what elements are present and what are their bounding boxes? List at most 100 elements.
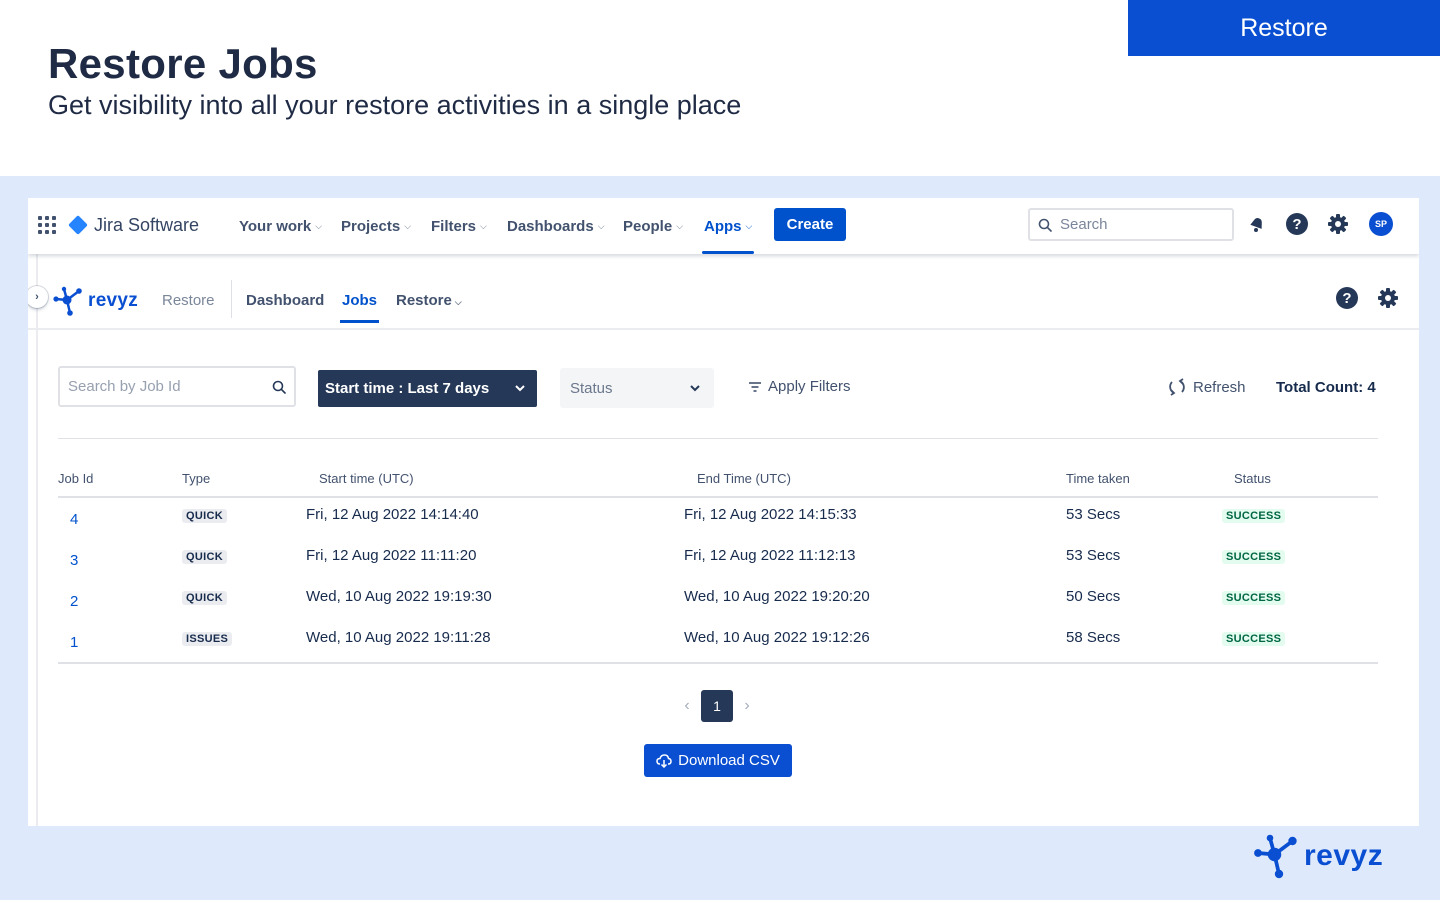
nav-label: Filters (431, 217, 477, 235)
time-taken-cell: 53 Secs (1066, 506, 1121, 523)
status-badge: SUCCESS (1222, 632, 1286, 646)
chevron-down-icon: ⌵ (676, 220, 684, 231)
divider (58, 438, 1378, 439)
section-label: Restore (162, 292, 215, 309)
start-time-select[interactable]: Start time : Last 7 days (318, 370, 537, 407)
nav-label: Your work (239, 217, 312, 235)
footer-revyz-logo: revyz (1252, 832, 1383, 880)
revyz-subnav: revyz Restore Dashboard Jobs Restore ⌵ ? (28, 254, 1419, 330)
apply-filters-button[interactable]: Apply Filters (748, 378, 851, 395)
footer-wordmark: revyz (1304, 839, 1384, 872)
col-start-time[interactable]: Start time (UTC) (319, 471, 414, 486)
chevron-down-icon: ⌵ (745, 220, 753, 231)
start-time-cell: Fri, 12 Aug 2022 11:11:20 (306, 547, 477, 564)
revyz-logo[interactable]: revyz (52, 285, 138, 317)
chevron-down-icon: ⌵ (597, 220, 605, 231)
refresh-icon (1169, 378, 1185, 396)
settings-icon[interactable] (1326, 212, 1350, 236)
tab-restore[interactable]: Restore ⌵ (396, 292, 462, 309)
col-status[interactable]: Status (1234, 471, 1271, 486)
status-badge: SUCCESS (1222, 591, 1286, 605)
jira-diamond-icon (68, 215, 88, 235)
type-lozenge: QUICK (182, 509, 227, 523)
chevron-right-icon: › (35, 291, 39, 303)
search-placeholder: Search (1060, 216, 1108, 233)
chevron-right-icon: › (744, 697, 750, 714)
tab-dashboard[interactable]: Dashboard (246, 292, 324, 309)
nav-apps[interactable]: Apps ⌵ (701, 198, 755, 254)
jira-search-input[interactable]: Search (1028, 208, 1234, 241)
nav-label: People (623, 217, 673, 235)
nav-dashboards[interactable]: Dashboards ⌵ (507, 198, 605, 254)
help-icon[interactable]: ? (1285, 212, 1309, 236)
download-csv-label: Download CSV (678, 752, 780, 769)
type-lozenge: QUICK (182, 550, 227, 564)
app-switcher-icon[interactable] (38, 216, 56, 234)
nav-projects[interactable]: Projects ⌵ (341, 198, 411, 254)
page-1-button[interactable]: 1 (701, 690, 733, 722)
col-time-taken[interactable]: Time taken (1066, 471, 1130, 486)
revyz-settings-icon[interactable] (1376, 286, 1400, 310)
nav-people[interactable]: People ⌵ (623, 198, 683, 254)
job-id-link[interactable]: 3 (70, 552, 78, 569)
prev-page-button[interactable]: ‹ (673, 690, 701, 722)
nav-your-work[interactable]: Your work ⌵ (239, 198, 322, 254)
jira-logo[interactable]: Jira Software (68, 212, 199, 238)
chevron-left-icon: ‹ (684, 697, 690, 714)
start-time-cell: Wed, 10 Aug 2022 19:19:30 (306, 588, 492, 605)
type-lozenge: QUICK (182, 591, 227, 605)
create-button[interactable]: Create (774, 208, 846, 241)
notifications-icon[interactable] (1245, 212, 1269, 236)
start-time-cell: Fri, 12 Aug 2022 14:14:40 (306, 506, 479, 523)
status-select[interactable]: Status (560, 368, 714, 408)
chevron-down-icon: ⌵ (454, 297, 462, 307)
app-window: Jira Software Your work ⌵ Projects ⌵ Filte… (28, 198, 1419, 826)
tab-restore-label: Restore (396, 292, 452, 309)
chevron-down-icon: ⌵ (315, 220, 323, 231)
start-time-value: Start time : Last 7 days (325, 380, 490, 397)
table-row[interactable]: 2 QUICK Wed, 10 Aug 2022 19:19:30 Wed, 1… (58, 586, 1378, 627)
jira-product-name: Jira Software (94, 214, 200, 235)
page-title: Restore Jobs (48, 40, 318, 87)
revyz-wordmark: revyz (88, 290, 139, 311)
end-time-cell: Fri, 12 Aug 2022 14:15:33 (684, 506, 857, 523)
col-type[interactable]: Type (182, 471, 210, 486)
nav-label: Dashboards (507, 217, 594, 235)
job-id-link[interactable]: 1 (70, 634, 78, 651)
chevron-down-icon: ⌵ (404, 220, 412, 231)
time-taken-cell: 58 Secs (1066, 629, 1121, 646)
status-placeholder: Status (570, 379, 613, 397)
end-time-cell: Fri, 12 Aug 2022 11:12:13 (684, 547, 856, 564)
filter-icon (749, 381, 761, 392)
time-taken-cell: 53 Secs (1066, 547, 1121, 564)
type-lozenge: ISSUES (182, 632, 233, 646)
col-end-time[interactable]: End Time (UTC) (697, 471, 791, 486)
col-job-id[interactable]: Job Id (58, 471, 93, 486)
end-time-cell: Wed, 10 Aug 2022 19:12:26 (684, 629, 870, 646)
time-taken-cell: 50 Secs (1066, 588, 1121, 605)
table-row[interactable]: 3 QUICK Fri, 12 Aug 2022 11:11:20 Fri, 1… (58, 545, 1378, 586)
refresh-button[interactable]: Refresh (1168, 378, 1246, 396)
table-row[interactable]: 4 QUICK Fri, 12 Aug 2022 14:14:40 Fri, 1… (58, 504, 1378, 545)
chevron-down-icon (690, 384, 700, 391)
tab-jobs[interactable]: Jobs (339, 292, 380, 323)
next-page-button[interactable]: › (733, 690, 761, 722)
job-id-link[interactable]: 4 (70, 511, 78, 528)
revyz-help-icon[interactable]: ? (1335, 286, 1359, 310)
pagination: ‹ 1 › (673, 690, 761, 722)
end-time-cell: Wed, 10 Aug 2022 19:20:20 (684, 588, 870, 605)
revyz-molecule-icon (53, 286, 82, 316)
nav-label: Apps (704, 217, 742, 235)
avatar[interactable]: SP (1369, 212, 1393, 236)
download-csv-button[interactable]: Download CSV (644, 744, 792, 777)
search-icon (1038, 218, 1052, 232)
divider (58, 662, 1378, 664)
job-id-link[interactable]: 2 (70, 593, 78, 610)
jira-top-bar: Jira Software Your work ⌵ Projects ⌵ Filte… (28, 198, 1419, 254)
apply-filters-label: Apply Filters (768, 378, 851, 395)
job-id-search-input[interactable]: Search by Job Id (58, 366, 296, 407)
nav-filters[interactable]: Filters ⌵ (431, 198, 487, 254)
table-header: Job Id Type Start time (UTC) End Time (U… (58, 468, 1378, 498)
refresh-label: Refresh (1193, 378, 1246, 396)
page-subtitle: Get visibility into all your restore act… (48, 90, 742, 120)
